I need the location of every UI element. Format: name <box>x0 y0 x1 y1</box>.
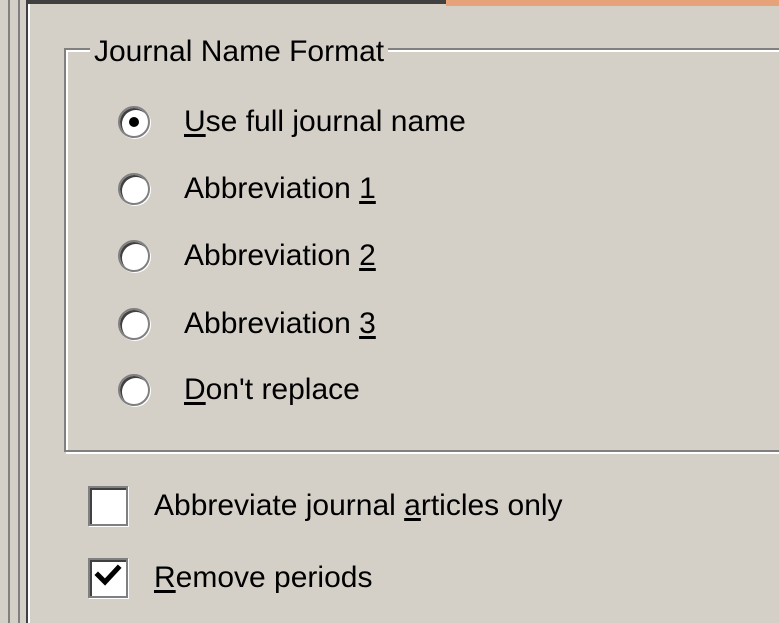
checkbox-box[interactable] <box>88 558 128 598</box>
edge-line <box>8 0 10 623</box>
check-mark-icon <box>94 564 122 586</box>
radio-button-icon[interactable] <box>118 173 150 205</box>
radio-label: Abbreviation 2 <box>184 239 376 272</box>
checkbox-label: Abbreviate journal articles only <box>154 489 563 522</box>
radio-abbreviation-1[interactable]: Abbreviation 1 <box>118 169 376 209</box>
window-left-edge <box>0 0 34 623</box>
radio-label: Use full journal name <box>184 105 466 138</box>
radio-abbreviation-2[interactable]: Abbreviation 2 <box>118 236 376 276</box>
radio-label: Don't replace <box>184 373 360 406</box>
checkbox-abbreviate-journal-articles-only[interactable]: Abbreviate journal articles only <box>88 484 563 528</box>
checkbox-box[interactable] <box>88 486 128 526</box>
tab-accent-strip <box>446 0 779 6</box>
radio-use-full-journal-name[interactable]: Use full journal name <box>118 102 466 142</box>
edge-line <box>18 0 20 623</box>
edge-line <box>28 0 30 623</box>
checkbox-remove-periods[interactable]: Remove periods <box>88 556 372 600</box>
radio-dont-replace[interactable]: Don't replace <box>118 370 360 410</box>
radio-button-icon[interactable] <box>118 240 150 272</box>
radio-button-icon[interactable] <box>118 374 150 406</box>
group-title: Journal Name Format <box>90 34 389 70</box>
radio-abbreviation-3[interactable]: Abbreviation 3 <box>118 304 376 344</box>
checkbox-label: Remove periods <box>154 561 373 594</box>
radio-button-icon[interactable] <box>118 106 150 138</box>
radio-label: Abbreviation 3 <box>184 307 376 340</box>
radio-button-icon[interactable] <box>118 308 150 340</box>
radio-label: Abbreviation 1 <box>184 172 376 205</box>
